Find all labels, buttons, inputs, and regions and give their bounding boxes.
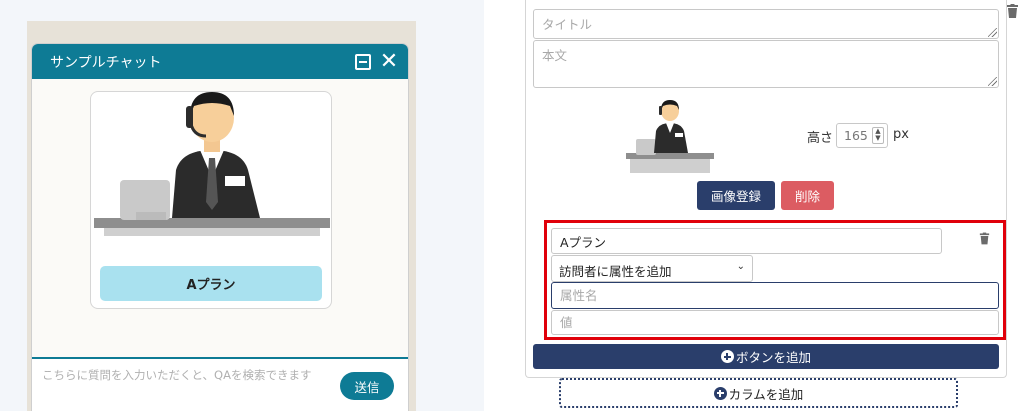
trash-icon[interactable] [979, 232, 990, 245]
chevron-down-icon: ⌄ [736, 261, 745, 272]
register-image-button[interactable]: 画像登録 [697, 181, 775, 210]
height-value: 165 [844, 128, 868, 143]
title-input[interactable] [533, 9, 999, 39]
plus-circle-icon [720, 350, 734, 363]
chat-input-bar: 送信 [32, 357, 408, 411]
chat-question-input[interactable] [42, 365, 337, 385]
chat-header: サンプルチャット ✕ [32, 44, 408, 79]
trash-icon[interactable] [1006, 4, 1019, 18]
add-button-button[interactable]: ボタンを追加 [533, 344, 999, 369]
height-unit: px [893, 127, 909, 142]
carousel-card: Aプラン [90, 91, 332, 309]
close-button[interactable]: ✕ [379, 48, 399, 74]
attribute-select-value: 訪問者に属性を追加 [559, 264, 672, 279]
button-text-input[interactable] [551, 228, 942, 254]
add-button-label: ボタンを追加 [735, 350, 811, 365]
chat-title: サンプルチャット [50, 54, 162, 71]
body-textarea[interactable] [533, 40, 999, 88]
add-column-button[interactable]: カラムを追加 [559, 378, 958, 408]
height-label: 高さ [807, 131, 834, 146]
attribute-action-select[interactable]: 訪問者に属性を追加 ⌄ [551, 255, 753, 282]
card-button-a-plan[interactable]: Aプラン [100, 266, 322, 301]
plus-circle-icon [713, 386, 727, 400]
minimize-icon [355, 53, 371, 70]
attribute-name-input[interactable] [551, 282, 999, 309]
close-icon: ✕ [379, 48, 399, 74]
send-button[interactable]: 送信 [340, 372, 394, 400]
chat-window: サンプルチャット ✕ Aプラン 送信 [32, 44, 408, 411]
height-number-input[interactable]: 165 ▲ ▼ [836, 123, 888, 148]
operator-image [94, 92, 330, 236]
delete-image-button[interactable]: 削除 [781, 181, 834, 210]
add-column-label: カラムを追加 [728, 386, 804, 402]
minimize-button[interactable] [354, 53, 372, 71]
number-spinner-icon[interactable]: ▲ ▼ [872, 127, 884, 144]
operator-thumbnail [626, 100, 714, 173]
attribute-value-input[interactable] [551, 310, 999, 335]
